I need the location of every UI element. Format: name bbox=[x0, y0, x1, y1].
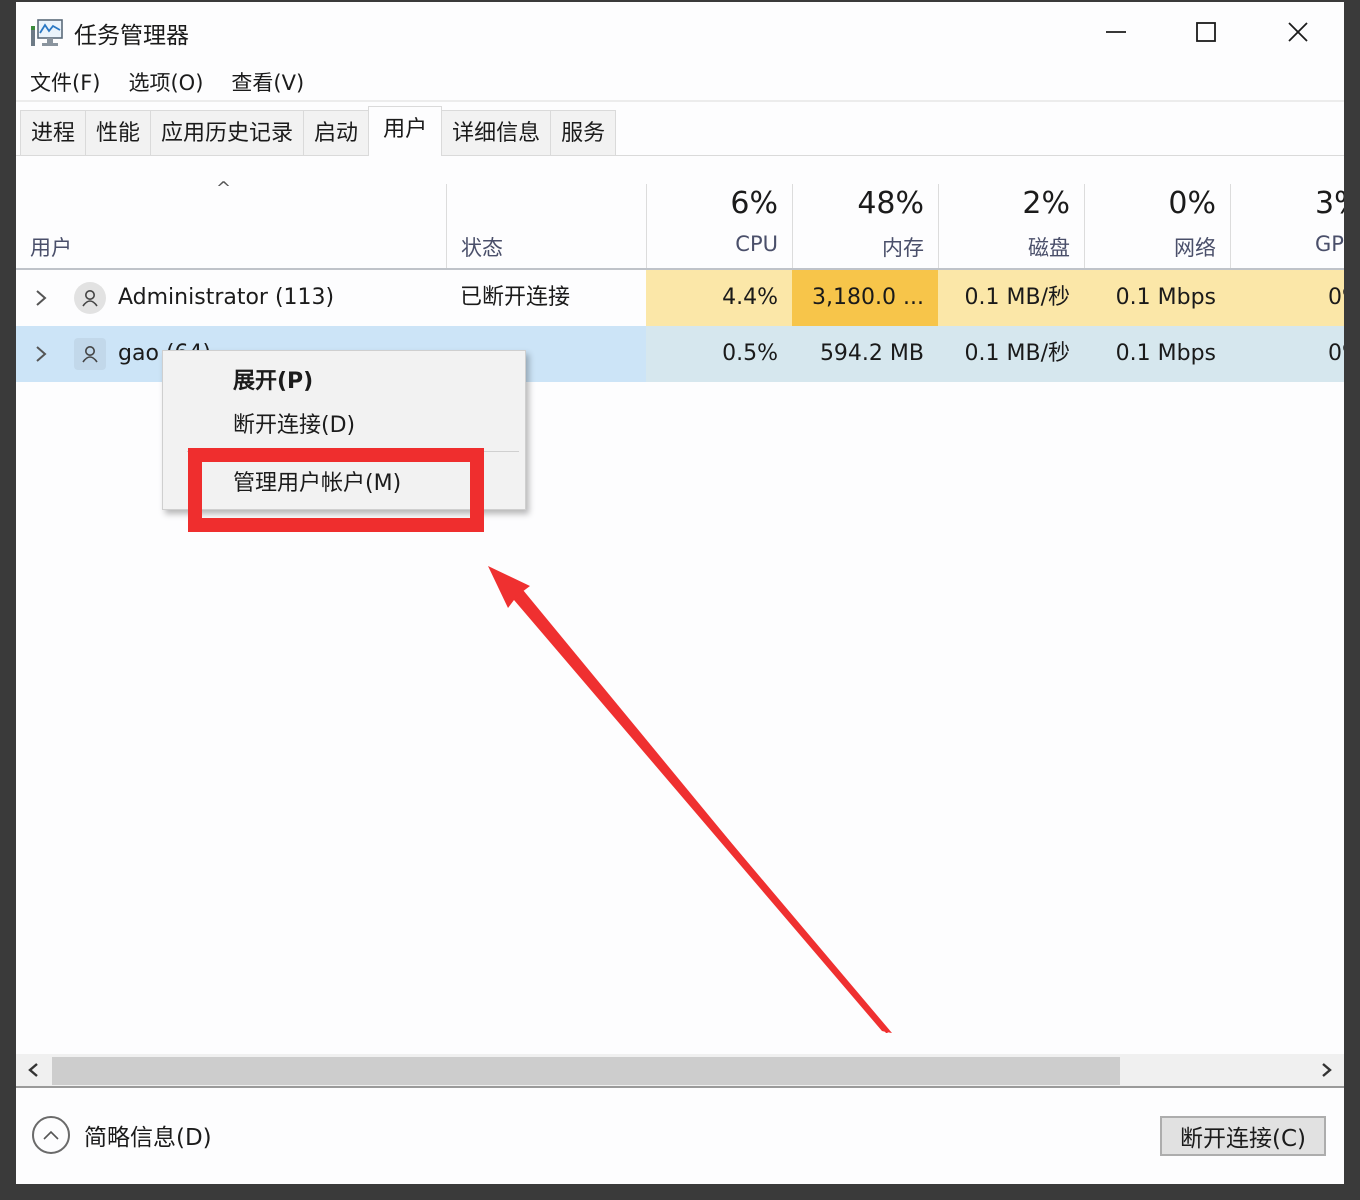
table-row[interactable]: Administrator (113) 已断开连接 4.4% 3,180.0 .… bbox=[16, 270, 1344, 326]
gpu-cell: 0% bbox=[1230, 326, 1344, 382]
chevron-right-icon[interactable] bbox=[34, 343, 48, 365]
column-label-cpu: CPU bbox=[735, 232, 778, 256]
column-header-memory[interactable]: 48% 内存 bbox=[792, 184, 938, 270]
context-menu: 展开(P) 断开连接(D) 管理用户帐户(M) bbox=[162, 350, 526, 510]
column-label-user: 用户 bbox=[30, 236, 72, 260]
column-label-gpu: GPU bbox=[1315, 232, 1344, 256]
memory-cell: 594.2 MB bbox=[792, 326, 938, 382]
cpu-total-percent: 6% bbox=[730, 186, 778, 221]
fewer-details-toggle[interactable]: 简略信息(D) bbox=[32, 1116, 212, 1154]
close-icon bbox=[1288, 22, 1308, 42]
user-avatar-icon bbox=[74, 338, 106, 370]
scroll-right-button[interactable] bbox=[1310, 1054, 1344, 1086]
tab-performance[interactable]: 性能 bbox=[85, 110, 152, 156]
task-manager-icon bbox=[31, 19, 63, 46]
window-title: 任务管理器 bbox=[74, 23, 189, 49]
memory-total-percent: 48% bbox=[857, 186, 924, 221]
menu-item-manage-user-accounts[interactable]: 管理用户帐户(M) bbox=[233, 465, 401, 497]
user-status: 已断开连接 bbox=[460, 285, 571, 310]
menu-divider bbox=[16, 100, 1344, 102]
disk-total-percent: 2% bbox=[1022, 186, 1070, 221]
tab-processes[interactable]: 进程 bbox=[20, 110, 87, 156]
menu-bar: 文件(F) 选项(O) 查看(V) bbox=[16, 64, 1344, 100]
network-cell: 0.1 Mbps bbox=[1084, 270, 1230, 326]
maximize-button[interactable] bbox=[1178, 10, 1234, 54]
tab-strip: 进程 性能 应用历史记录 启动 用户 详细信息 服务 bbox=[20, 106, 617, 156]
user-avatar-icon bbox=[74, 282, 106, 314]
memory-cell: 3,180.0 ... bbox=[792, 270, 938, 326]
column-header-cpu[interactable]: 6% CPU bbox=[646, 184, 792, 270]
scroll-left-button[interactable] bbox=[16, 1054, 50, 1086]
maximize-icon bbox=[1196, 22, 1216, 42]
column-label-memory: 内存 bbox=[882, 236, 924, 260]
close-button[interactable] bbox=[1270, 10, 1326, 54]
column-header-gpu[interactable]: 3% GPU bbox=[1230, 184, 1344, 270]
column-header-disk[interactable]: 2% 磁盘 bbox=[938, 184, 1084, 270]
context-menu-divider bbox=[187, 451, 519, 452]
cpu-cell: 0.5% bbox=[646, 326, 792, 382]
menu-item-disconnect[interactable]: 断开连接(D) bbox=[233, 407, 355, 439]
menu-options[interactable]: 选项(O) bbox=[114, 64, 217, 100]
network-cell: 0.1 Mbps bbox=[1084, 326, 1230, 382]
minimize-button[interactable] bbox=[1088, 10, 1144, 54]
chevron-up-circle-icon bbox=[32, 1116, 70, 1154]
menu-view[interactable]: 查看(V) bbox=[217, 64, 318, 100]
disk-cell: 0.1 MB/秒 bbox=[938, 326, 1084, 382]
network-total-percent: 0% bbox=[1168, 186, 1216, 221]
scrollbar-thumb[interactable] bbox=[52, 1057, 1120, 1085]
tab-users[interactable]: 用户 bbox=[368, 106, 443, 156]
horizontal-scrollbar[interactable] bbox=[16, 1054, 1344, 1088]
column-header-user[interactable]: 用户 bbox=[16, 184, 446, 270]
task-manager-window: 任务管理器 文件(F) 选项(O) 查看(V) 进程 性能 应用历史记录 启动 … bbox=[16, 2, 1344, 1184]
column-label-status: 状态 bbox=[461, 236, 503, 260]
tab-startup[interactable]: 启动 bbox=[303, 110, 370, 156]
tab-app-history[interactable]: 应用历史记录 bbox=[150, 110, 305, 156]
gpu-cell: 0% bbox=[1230, 270, 1344, 326]
table-header: ^ 用户 状态 6% CPU 48% 内存 2% 磁盘 0% 网络 3% GPU bbox=[16, 156, 1344, 270]
gpu-total-percent: 3% bbox=[1315, 186, 1344, 221]
menu-file[interactable]: 文件(F) bbox=[16, 64, 114, 100]
column-header-status[interactable]: 状态 bbox=[446, 184, 646, 270]
chevron-right-icon bbox=[1322, 1063, 1332, 1077]
disconnect-button[interactable]: 断开连接(C) bbox=[1160, 1116, 1326, 1156]
tab-services[interactable]: 服务 bbox=[550, 110, 617, 156]
chevron-left-icon bbox=[28, 1063, 38, 1077]
column-label-network: 网络 bbox=[1174, 236, 1216, 260]
fewer-details-label: 简略信息(D) bbox=[84, 1125, 212, 1151]
menu-item-expand[interactable]: 展开(P) bbox=[233, 363, 313, 395]
chevron-right-icon[interactable] bbox=[34, 287, 48, 309]
column-header-network[interactable]: 0% 网络 bbox=[1084, 184, 1230, 270]
column-label-disk: 磁盘 bbox=[1028, 236, 1070, 260]
tab-details[interactable]: 详细信息 bbox=[441, 110, 552, 156]
title-bar: 任务管理器 bbox=[16, 2, 1344, 60]
disk-cell: 0.1 MB/秒 bbox=[938, 270, 1084, 326]
minimize-icon bbox=[1106, 31, 1126, 33]
cpu-cell: 4.4% bbox=[646, 270, 792, 326]
user-name: Administrator (113) bbox=[118, 285, 335, 310]
